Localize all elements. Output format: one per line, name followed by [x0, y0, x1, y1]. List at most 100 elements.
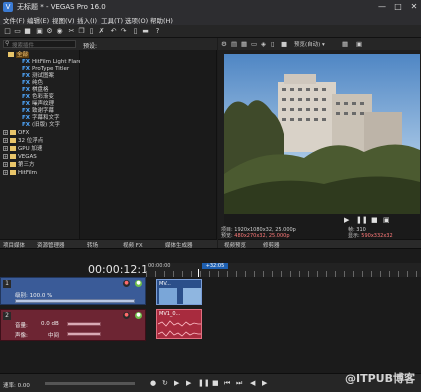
menu-options[interactable]: 选项(O) — [125, 15, 148, 25]
loop-playback-icon[interactable]: ↻ — [162, 379, 168, 387]
menu-file[interactable]: 文件(F) — [3, 15, 25, 25]
menu-edit[interactable]: 编辑(E) — [27, 15, 49, 25]
copy-snapshot-icon[interactable]: ▯ — [271, 40, 275, 48]
menu-insert[interactable]: 插入(I) — [77, 15, 97, 25]
timeline-ruler[interactable]: 00:00:00 +32:05 — [146, 263, 421, 345]
expand-icon[interactable]: + — [3, 154, 8, 159]
play-icon[interactable]: ▶ — [344, 216, 349, 224]
rate-slider[interactable] — [45, 382, 135, 385]
loop-region[interactable]: +32:05 — [202, 263, 228, 269]
grid-icon[interactable]: ▦ — [342, 40, 348, 48]
audio-clip[interactable]: MV1_0... — [156, 309, 202, 339]
generator-tree: 全部 FX HitFilm Light Flares FX ProType Titl… — [0, 50, 85, 239]
paste-icon[interactable]: ▯ — [87, 27, 96, 36]
record-icon[interactable]: ● — [150, 379, 156, 387]
stop-icon[interactable]: ■ — [212, 379, 219, 387]
minimize-button[interactable]: — — [375, 1, 389, 13]
track-number: 1 — [3, 280, 11, 288]
search-placeholder: 搜索插件 — [12, 43, 35, 49]
expand-icon[interactable]: + — [3, 146, 8, 151]
waveform — [158, 320, 201, 337]
trim-icon[interactable]: ▬ — [141, 27, 150, 36]
preview-transport: ▶ ❚❚ ■ ▣ — [218, 214, 421, 226]
track-lanes[interactable]: MV... MV1_0... — [146, 277, 421, 349]
split-screen-icon[interactable]: ▤ — [231, 40, 237, 48]
fx-bypass-icon[interactable]: ◈ — [261, 40, 266, 48]
volume-slider[interactable] — [67, 322, 101, 326]
go-to-end-icon[interactable]: ⏭ — [236, 379, 242, 388]
open-folder-icon[interactable]: ▭ — [13, 27, 22, 36]
fx-icon: FX — [22, 122, 30, 128]
new-file-icon[interactable]: □ — [3, 27, 12, 36]
tree-group-ofx[interactable]: + OFX — [3, 130, 83, 137]
maximize-button[interactable]: □ — [391, 1, 405, 13]
play-from-start-icon[interactable]: ▶ — [174, 379, 179, 387]
pause-icon[interactable]: ❚❚ — [356, 216, 368, 224]
menu-view[interactable]: 视图(V) — [52, 15, 75, 25]
expand-icon[interactable]: + — [3, 170, 8, 175]
save-snapshot-icon[interactable]: ■ — [281, 40, 287, 48]
pan-slider[interactable] — [67, 332, 101, 336]
menu-help[interactable]: 帮助(H) — [150, 15, 173, 25]
fx-icon: FX — [22, 115, 30, 121]
layout-icon[interactable]: ▣ — [356, 40, 362, 48]
video-track-header[interactable]: 1 ● ● 级别: 100.0 % — [0, 277, 146, 305]
level-slider[interactable] — [15, 299, 135, 303]
window-title: 无标题 * - VEGAS Pro 16.0 — [17, 3, 106, 11]
menu-tools[interactable]: 工具(T) — [101, 15, 123, 25]
search-row: ⚲ 搜索插件 预设: — [0, 38, 217, 50]
undo-icon[interactable]: ↶ — [109, 27, 118, 36]
rate-label: 速率: 0.00 — [3, 383, 30, 389]
save-icon[interactable]: ■ — [23, 27, 32, 36]
copy-icon[interactable]: ❐ — [77, 27, 86, 36]
video-preview-panel: ⚙ ▤ ▦ ▭ ◈ ▯ ■ 预览(自动) ▾ ▦ ▣ ▶ ❚❚ ■ ▣ 项目: … — [218, 38, 421, 248]
overlay-icon[interactable]: ▦ — [241, 40, 247, 48]
volume-value: 0.0 dB — [41, 321, 59, 327]
left-dock-tabs: 项目媒体 资源管理器 转场 视频 FX 媒体生成器 — [0, 239, 217, 249]
prev-frame-icon[interactable]: ◀ — [250, 379, 255, 387]
folder-icon — [10, 138, 16, 143]
fx-icon: FX — [22, 73, 30, 79]
audio-track-header[interactable]: 2 ● ● 音量: 0.0 dB 声像: 中间 — [0, 309, 146, 341]
search-input[interactable]: ⚲ 搜索插件 — [3, 40, 76, 49]
split-icon[interactable]: ▯ — [131, 27, 140, 36]
loop-icon[interactable]: ▣ — [383, 216, 390, 224]
expand-icon[interactable]: + — [3, 130, 8, 135]
close-button[interactable]: ✕ — [407, 1, 421, 13]
render-icon[interactable]: ▣ — [35, 27, 44, 36]
expand-icon[interactable]: + — [3, 162, 8, 167]
delete-icon[interactable]: ✗ — [97, 27, 106, 36]
play-icon[interactable]: ▶ — [186, 379, 191, 387]
bypass-motion-blur-icon[interactable]: ● — [123, 280, 130, 287]
fx-icon: FX — [22, 108, 30, 114]
track-fx-icon[interactable]: ● — [135, 280, 142, 287]
preview-quality-dropdown[interactable]: 预览(自动) ▾ — [294, 40, 325, 48]
next-frame-icon[interactable]: ▶ — [262, 379, 267, 387]
external-monitor-icon[interactable]: ▭ — [251, 40, 257, 48]
gear-icon[interactable]: ⚙ — [221, 40, 227, 48]
tree-group-gpu[interactable]: + GPU 加速 — [3, 146, 83, 153]
fx-icon: FX — [22, 101, 30, 107]
presets-label: 预设: — [83, 43, 98, 50]
pause-icon[interactable]: ❚❚ — [198, 379, 210, 387]
right-dock-tabs: 视频预览 修剪器 — [218, 239, 421, 249]
tree-group-vegas[interactable]: + VEGAS — [3, 154, 83, 161]
record-arm-icon[interactable]: ● — [123, 312, 130, 319]
search-icon: ⚲ — [5, 40, 10, 47]
video-clip[interactable]: MV... — [156, 279, 202, 305]
tree-group-hitfilm[interactable]: + HitFilm — [3, 170, 83, 177]
tree-group-thirdparty[interactable]: + 第三方 — [3, 162, 83, 169]
stop-icon[interactable]: ■ — [371, 216, 378, 224]
tree-group-32bit[interactable]: +32 位浮点 — [3, 138, 83, 145]
track-fx-icon[interactable]: ● — [135, 312, 142, 319]
properties-icon[interactable]: ⚙ — [45, 27, 54, 36]
preset-list[interactable] — [80, 50, 216, 239]
help-icon[interactable]: ? — [153, 27, 162, 36]
tree-item-all[interactable]: 全部 — [8, 52, 88, 59]
capture-icon[interactable]: ◉ — [55, 27, 64, 36]
go-to-start-icon[interactable]: ⏮ — [224, 379, 230, 388]
redo-icon[interactable]: ↷ — [119, 27, 128, 36]
cut-icon[interactable]: ✂ — [67, 27, 76, 36]
expand-icon[interactable]: + — [3, 138, 8, 143]
pan-value: 中间 — [48, 333, 60, 339]
